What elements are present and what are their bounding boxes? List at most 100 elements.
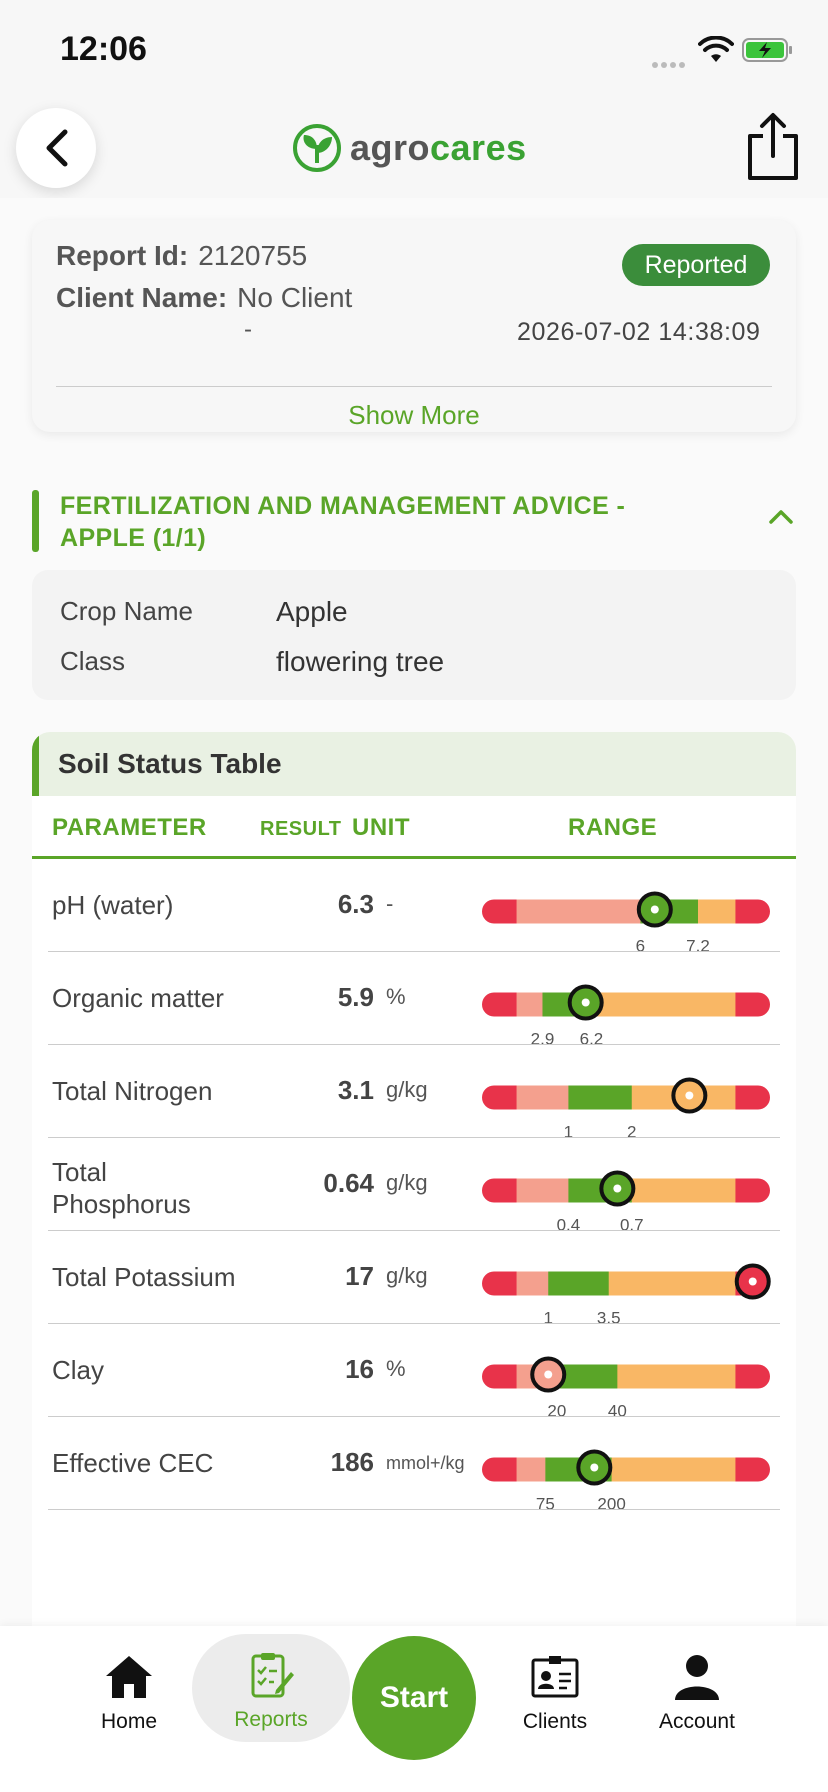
table-row: Clay 16% 20 40 [32, 1324, 796, 1421]
range-segment-high-critical [735, 1178, 770, 1203]
status-time: 12:06 [60, 30, 147, 68]
nav-home-label: Home [100, 1710, 158, 1733]
report-summary-card: Report Id: 2120755 Client Name: No Client … [32, 220, 796, 432]
range-segment-optimal [568, 1085, 633, 1110]
range-segment-low-critical [482, 1457, 518, 1482]
range-segment-low-critical [482, 899, 518, 924]
show-more-button[interactable]: Show More [32, 400, 796, 431]
range-segment-low [516, 1085, 569, 1110]
unit-label: g/kg [386, 1263, 428, 1288]
section-accent-bar [32, 490, 39, 552]
report-id-row: Report Id: 2120755 [56, 240, 307, 272]
logo-text-agro: agro [350, 127, 431, 168]
range-segment-low [516, 1271, 549, 1296]
section-title[interactable]: FERTILIZATION AND MANAGEMENT ADVICE - AP… [60, 490, 680, 554]
parameter-name: pH (water) [52, 890, 174, 920]
result-value: 17 [345, 1261, 374, 1291]
range-segment-low-critical [482, 1178, 518, 1203]
leaf-logo-icon [293, 124, 341, 172]
parameter-name: Clay [52, 1355, 105, 1385]
chevron-left-icon [46, 129, 68, 167]
range-segment-low [516, 992, 543, 1017]
parameter-name: Total Phosphorus [52, 1157, 191, 1219]
range-segment-optimal [548, 1271, 610, 1296]
soil-header-accent [32, 732, 39, 796]
parameter-name: Total Potassium [52, 1262, 236, 1292]
wifi-icon [698, 36, 734, 62]
range-segment-high [617, 1364, 736, 1389]
screen: 12:06 agrocares Report Id: 2120755 Clien… [0, 0, 828, 1792]
result-marker-dot [748, 1277, 757, 1286]
range-segment-low [516, 1178, 569, 1203]
report-id-value: 2120755 [198, 240, 308, 271]
back-button[interactable] [16, 108, 96, 188]
client-name-value: No Client [237, 282, 353, 313]
result-marker-dot [544, 1370, 553, 1379]
nav-clients-label: Clients [522, 1710, 588, 1733]
client-name-row: Client Name: No Client [56, 282, 352, 314]
soil-table-title: Soil Status Table [58, 748, 282, 779]
result-value: 6.3 [337, 889, 374, 919]
result-marker-dot [650, 905, 659, 914]
range-bar: 1 3.5 [482, 1263, 771, 1328]
clients-icon [531, 1656, 579, 1698]
range-bar: 75 200 [482, 1449, 770, 1514]
chevron-up-icon[interactable] [766, 506, 796, 526]
col-unit: UNIT [352, 814, 410, 841]
row-divider [48, 1509, 780, 1510]
range-segment-low [516, 1457, 546, 1482]
range-segment-low-critical [482, 992, 518, 1017]
status-badge: Reported [622, 244, 770, 286]
soil-status-table: Soil Status Table PARAMETER RESULT UNIT … [32, 732, 796, 1626]
result-marker-dot [685, 1091, 694, 1100]
nav-home[interactable]: Home [64, 1626, 194, 1746]
result-marker-dot [581, 998, 590, 1007]
crop-name-value: Apple [276, 596, 348, 627]
table-row: Total Nitrogen 3.1 g/kg 1 2 [32, 1045, 796, 1142]
table-row: Organic matter 5.9% 2.9 6.2 [32, 952, 796, 1049]
col-range: RANGE [568, 814, 658, 841]
range-bar: 20 40 [482, 1356, 770, 1421]
table-row: Effective CEC 186 mmol+/kg 75 200 [32, 1417, 796, 1514]
nav-account[interactable]: Account [632, 1626, 762, 1746]
result-marker-dot [590, 1463, 599, 1472]
range-high-label: 200 [597, 1495, 625, 1514]
result-value: 186 [330, 1447, 374, 1477]
range-segment-low-critical [482, 1271, 518, 1296]
range-segment-high-critical [735, 1457, 770, 1482]
start-button[interactable]: Start [352, 1636, 476, 1760]
range-segment-high-critical [735, 899, 770, 924]
agrocares-logo: agrocares [292, 120, 527, 176]
range-segment-high [611, 1457, 736, 1482]
nav-reports[interactable]: Reports [192, 1634, 350, 1742]
signal-icon [652, 55, 688, 73]
result-value: 5.9 [337, 982, 374, 1012]
range-bar: 2.9 6.2 [482, 984, 770, 1049]
reports-icon [251, 1653, 294, 1698]
range-low-label: 75 [536, 1495, 555, 1514]
crop-class-value: flowering tree [276, 646, 445, 677]
col-parameter: PARAMETER [52, 814, 207, 841]
crop-info-card: Crop Name Apple Class flowering tree [32, 570, 796, 700]
client-name-sub: - [244, 316, 252, 343]
logo-text-cares: cares [430, 127, 527, 168]
home-icon [106, 1656, 152, 1698]
table-row: pH (water) 6.3- 6 7.2 [32, 859, 796, 956]
range-segment-high-critical [735, 992, 770, 1017]
range-segment-high-critical [735, 1364, 770, 1389]
nav-clients[interactable]: Clients [490, 1626, 620, 1746]
report-content[interactable]: Report Id: 2120755 Client Name: No Client … [0, 198, 828, 1626]
range-bar: 12 [482, 1077, 770, 1142]
table-row: Total Potassium 17 g/kg 1 3.5 [32, 1231, 796, 1328]
parameter-name: Effective CEC [52, 1448, 214, 1478]
result-value: 16 [345, 1354, 374, 1384]
divider [56, 386, 772, 387]
unit-label: % [386, 1356, 406, 1381]
parameter-name: Organic matter [52, 983, 224, 1013]
nav-account-label: Account [659, 1710, 735, 1733]
battery-icon [742, 38, 792, 62]
range-segment-high [608, 1271, 736, 1296]
client-name-label: Client Name: [56, 282, 228, 313]
result-marker-dot [613, 1184, 622, 1193]
share-icon[interactable] [742, 112, 804, 182]
